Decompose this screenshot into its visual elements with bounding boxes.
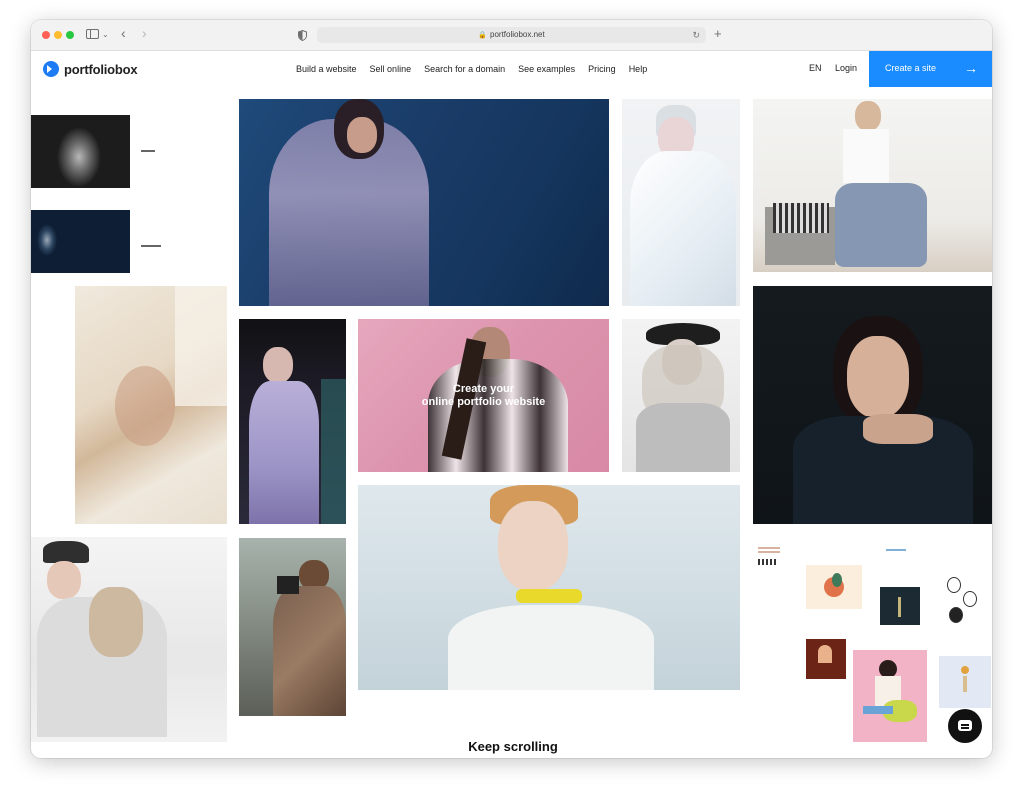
keep-scrolling-label: Keep scrolling [468, 739, 558, 754]
back-icon[interactable]: ‹ [121, 24, 126, 42]
nav-help[interactable]: Help [629, 64, 648, 74]
thumb-caption [141, 245, 161, 247]
login-link[interactable]: Login [835, 63, 857, 73]
sidebar-icon[interactable] [86, 26, 99, 44]
illustration-text-block[interactable] [758, 547, 782, 567]
lock-icon: 🔒 [478, 32, 487, 39]
nav-see-examples[interactable]: See examples [518, 64, 575, 74]
illustration-caption [886, 549, 906, 551]
nav-sell-online[interactable]: Sell online [370, 64, 412, 74]
gallery-photo-braids-model[interactable]: Create your online portfolio website [358, 319, 609, 472]
create-site-button[interactable]: Create a site → [869, 51, 992, 87]
gallery-photo-redhead-collar[interactable] [358, 485, 740, 690]
logo-text: portfoliobox [64, 61, 138, 77]
gallery-photo-stage-singer[interactable] [239, 319, 346, 524]
gallery-photo-white-coat-model[interactable] [622, 99, 740, 306]
nav-build-website[interactable]: Build a website [296, 64, 357, 74]
illustration-night-plant[interactable] [880, 587, 920, 625]
address-bar[interactable]: 🔒 portfoliobox.net ↻ [317, 27, 706, 43]
portfoliobox-logo[interactable]: portfoliobox [43, 60, 138, 78]
browser-toolbar: ⌄ ‹ › 🔒 portfoliobox.net ↻ + [31, 20, 992, 51]
illustration-window-chair[interactable] [806, 639, 846, 679]
portfolio-gallery: Create your online portfolio website Kee… [31, 87, 992, 758]
hero-headline-line2: online portfolio website [421, 396, 546, 408]
illustration-seated-woman[interactable] [853, 650, 927, 742]
gallery-photo-sitting-model[interactable] [753, 99, 992, 272]
gallery-photo-photographer[interactable] [239, 538, 346, 716]
gallery-photo-hat-model[interactable] [622, 319, 740, 472]
site-header: portfoliobox Build a website Sell online… [31, 51, 992, 87]
shield-icon[interactable] [298, 28, 307, 46]
forward-icon[interactable]: › [142, 24, 147, 42]
main-nav: Build a website Sell online Search for a… [296, 51, 660, 87]
new-tab-icon[interactable]: + [714, 25, 722, 43]
create-site-label: Create a site [885, 63, 937, 73]
gallery-photo-dark-portrait[interactable] [753, 286, 992, 524]
hero-headline-line1: Create your [452, 383, 515, 395]
language-selector[interactable]: EN [809, 63, 822, 73]
arrow-right-icon: → [964, 60, 978, 76]
minimize-window-button[interactable] [54, 31, 62, 39]
logo-mark-icon [43, 61, 59, 77]
gallery-photo-model-dog[interactable] [31, 537, 227, 742]
maximize-window-button[interactable] [66, 31, 74, 39]
illustration-faces-sketch[interactable] [943, 575, 979, 625]
thumb-caption [141, 150, 155, 152]
reload-icon[interactable]: ↻ [692, 27, 700, 43]
nav-pricing[interactable]: Pricing [588, 64, 616, 74]
browser-window: ⌄ ‹ › 🔒 portfoliobox.net ↻ + portfoliobox… [31, 20, 992, 758]
gallery-thumb-blue-portrait[interactable] [31, 210, 130, 273]
gallery-thumb-bw-portrait[interactable] [31, 115, 130, 188]
nav-search-domain[interactable]: Search for a domain [424, 64, 505, 74]
gallery-photo-model-beige[interactable] [75, 286, 227, 524]
gallery-photo-telephone-model[interactable] [239, 99, 609, 306]
illustration-plant-pot[interactable] [806, 565, 862, 609]
close-window-button[interactable] [42, 31, 50, 39]
chat-widget-button[interactable] [948, 709, 982, 743]
chevron-down-icon[interactable]: ⌄ [102, 26, 109, 44]
url-text: portfoliobox.net [490, 30, 545, 39]
illustration-small-figure[interactable] [939, 656, 991, 708]
